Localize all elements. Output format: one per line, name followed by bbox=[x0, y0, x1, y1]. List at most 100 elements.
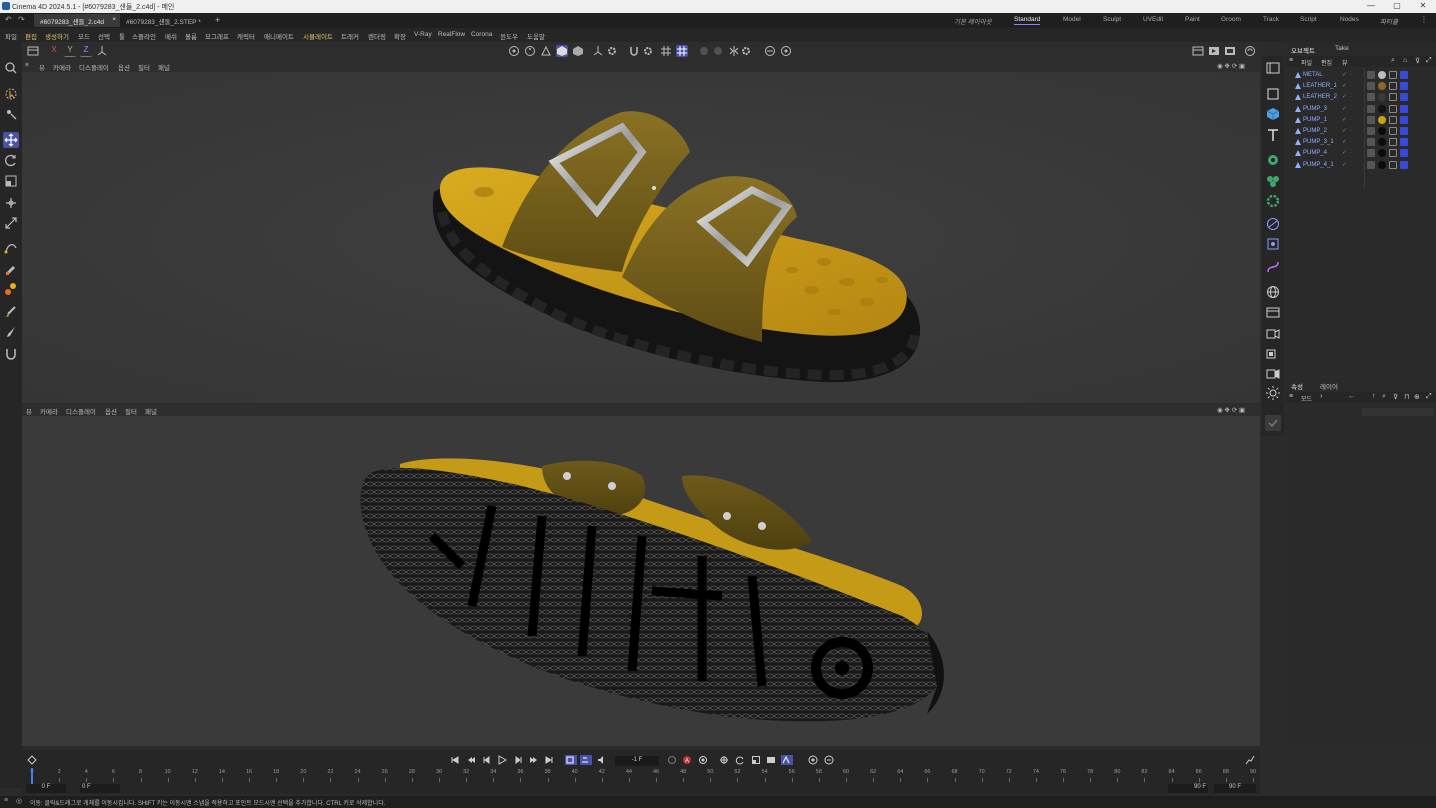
scale-tool-icon[interactable] bbox=[3, 173, 19, 189]
grid-snap-icon[interactable] bbox=[676, 45, 688, 57]
render-settings-icon[interactable] bbox=[1244, 45, 1256, 57]
previous-frame-icon[interactable] bbox=[482, 755, 492, 765]
render-region-icon[interactable] bbox=[1192, 45, 1204, 57]
key-rotation-icon[interactable] bbox=[735, 755, 745, 765]
menu-simulate[interactable]: 시뮬레이트 bbox=[303, 31, 333, 41]
visibility-toggle-icon[interactable]: ✓ bbox=[1342, 161, 1347, 169]
viewport-menu-camera[interactable]: 카메라 bbox=[40, 406, 58, 416]
viewport-perspective-bottom[interactable]: 뷰 카메라 디스플레이 옵션 필터 패널 ◉ ✥ ⟳ ▣ bbox=[22, 404, 1260, 746]
object-row[interactable]: PUMP_2 ✓: bbox=[1286, 126, 1436, 137]
spline-object-icon[interactable] bbox=[1265, 259, 1281, 275]
layout-tab-uvedit[interactable]: UVEdit bbox=[1143, 16, 1163, 23]
model-mode-icon[interactable] bbox=[556, 45, 568, 57]
layout-tab-nodes[interactable]: Nodes bbox=[1340, 16, 1359, 23]
keyframe-selection-icon[interactable] bbox=[667, 755, 677, 765]
visibility-toggle-icon[interactable]: ✓ bbox=[1342, 127, 1347, 135]
selection-tag-icon[interactable] bbox=[1400, 149, 1408, 158]
render-dots-icon[interactable]: : bbox=[1350, 127, 1354, 135]
menu-mesh[interactable]: 메쉬 bbox=[165, 31, 177, 41]
viewport-menu-display[interactable]: 디스플레이 bbox=[66, 406, 96, 416]
redo-icon[interactable]: ↷ bbox=[18, 15, 25, 24]
object-row[interactable]: PUMP_4 ✓: bbox=[1286, 148, 1436, 159]
phong-tag-icon[interactable] bbox=[1367, 115, 1375, 124]
object-menu-view[interactable]: 뷰 bbox=[1342, 58, 1348, 67]
uvw-tag-icon[interactable] bbox=[1389, 138, 1397, 147]
key-position-icon[interactable] bbox=[719, 755, 729, 765]
close-window-button[interactable]: ✕ bbox=[1410, 1, 1436, 12]
phong-tag-icon[interactable] bbox=[1367, 138, 1375, 147]
uvw-tag-icon[interactable] bbox=[1389, 127, 1397, 135]
phong-tag-icon[interactable] bbox=[1367, 127, 1375, 135]
knife-tool-icon[interactable] bbox=[3, 324, 19, 340]
preview-end-field[interactable]: 90 F bbox=[1168, 784, 1208, 793]
uvw-tag-icon[interactable] bbox=[1389, 104, 1397, 113]
visibility-toggle-icon[interactable]: ✓ bbox=[1342, 116, 1347, 124]
goto-end-icon[interactable] bbox=[544, 755, 554, 765]
render-to-picture-viewer-icon[interactable] bbox=[1224, 45, 1236, 57]
menu-file[interactable]: 파일 bbox=[5, 31, 17, 41]
menu-mograph[interactable]: 모그래프 bbox=[205, 31, 229, 41]
text-tool-icon[interactable] bbox=[1265, 127, 1281, 143]
paint-brush-icon[interactable] bbox=[3, 281, 19, 297]
attribute-filter-icon[interactable]: ⊽ bbox=[1393, 393, 1398, 401]
field-icon[interactable] bbox=[1265, 236, 1281, 252]
viewport-menu-panel[interactable]: 패널 bbox=[145, 406, 157, 416]
material-tag-icon[interactable] bbox=[1378, 104, 1386, 113]
layout-tab-script[interactable]: Script bbox=[1300, 16, 1317, 23]
add-tab-icon[interactable]: + bbox=[215, 15, 220, 25]
object-expand-icon[interactable]: ⤢ bbox=[1426, 57, 1432, 65]
object-row[interactable]: PUMP_3 ✓: bbox=[1286, 104, 1436, 115]
phong-tag-icon[interactable] bbox=[1367, 104, 1375, 113]
menu-edit[interactable]: 편집 bbox=[25, 31, 37, 41]
axis-mode-icon[interactable] bbox=[592, 45, 604, 57]
viewport-nav-icons[interactable]: ◉ ✥ ⟳ ▣ bbox=[1217, 62, 1245, 70]
render-view-icon[interactable] bbox=[508, 45, 520, 57]
visibility-toggle-icon[interactable]: ✓ bbox=[1342, 82, 1347, 90]
layout-tab-particles[interactable]: 파티클 bbox=[1380, 16, 1398, 26]
viewport-menu-filter[interactable]: 필터 bbox=[138, 62, 150, 72]
selection-tag-icon[interactable] bbox=[1400, 127, 1408, 135]
cube-icon[interactable] bbox=[1265, 106, 1281, 122]
light-object-icon[interactable] bbox=[1265, 385, 1281, 401]
viewport-menu-options[interactable]: 옵션 bbox=[105, 406, 117, 416]
phong-tag-icon[interactable] bbox=[1367, 160, 1375, 169]
transform-tool-icon[interactable] bbox=[3, 195, 19, 211]
object-filter-icon[interactable]: ⊽ bbox=[1415, 57, 1420, 65]
play-icon[interactable] bbox=[497, 755, 508, 765]
selection-tag-icon[interactable] bbox=[1400, 160, 1408, 169]
viewport-hamburger-icon[interactable]: ≡ bbox=[25, 62, 29, 69]
current-frame-field[interactable]: -1 F bbox=[615, 756, 659, 766]
previous-key-icon[interactable] bbox=[466, 755, 476, 765]
generator-gear-icon[interactable] bbox=[1265, 193, 1281, 209]
viewport-nav-icons[interactable]: ◉ ✥ ⟳ ▣ bbox=[1217, 406, 1245, 414]
viewport-menu-panel[interactable]: 패널 bbox=[158, 62, 170, 72]
quantize-settings-icon[interactable] bbox=[712, 45, 724, 57]
symmetry-icon[interactable] bbox=[728, 45, 740, 57]
menu-tracker[interactable]: 트래커 bbox=[341, 31, 359, 41]
tab-objects[interactable]: 오브젝트 bbox=[1291, 45, 1315, 55]
axis-x-button[interactable]: X bbox=[48, 45, 60, 57]
status-menu-icon[interactable]: ≡ bbox=[4, 797, 8, 804]
menu-animate[interactable]: 애니메이트 bbox=[264, 31, 294, 41]
attribute-mode-menu[interactable]: 모드 bbox=[1301, 394, 1312, 403]
snap-tool-icon[interactable] bbox=[3, 215, 19, 231]
workplane-grid-icon[interactable] bbox=[660, 45, 672, 57]
selection-tool-icon[interactable] bbox=[3, 86, 19, 102]
tab-document-c4d[interactable]: #6079283_샌들_2.c4d × bbox=[34, 14, 120, 27]
key-scale-icon[interactable] bbox=[751, 755, 761, 765]
object-row[interactable]: METAL ✓: bbox=[1286, 70, 1436, 81]
render-dots-icon[interactable]: : bbox=[1350, 116, 1354, 124]
visibility-toggle-icon[interactable]: ✓ bbox=[1342, 71, 1347, 79]
axis-z-button[interactable]: Z bbox=[80, 45, 92, 57]
viewport-menu-filter[interactable]: 필터 bbox=[125, 406, 137, 416]
up-arrow-icon[interactable]: ↑ bbox=[1372, 393, 1376, 400]
layout-tab-default[interactable]: 기본 레이아웃 bbox=[954, 16, 992, 26]
render-dots-icon[interactable]: : bbox=[1350, 93, 1354, 101]
object-menu-file[interactable]: 파일 bbox=[1301, 58, 1312, 67]
viewport-menu-options[interactable]: 옵션 bbox=[118, 62, 130, 72]
attribute-expand-icon[interactable]: ⤢ bbox=[1426, 393, 1432, 401]
undo-view-icon[interactable] bbox=[27, 45, 39, 57]
object-manager-hamburger-icon[interactable]: ≡ bbox=[1289, 57, 1293, 64]
checkmark-icon[interactable] bbox=[1265, 415, 1281, 431]
move-tool-icon[interactable] bbox=[3, 132, 19, 148]
